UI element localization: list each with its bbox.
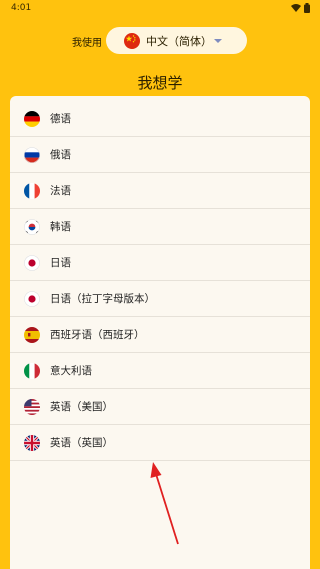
- annotation-arrow-icon: [150, 462, 179, 545]
